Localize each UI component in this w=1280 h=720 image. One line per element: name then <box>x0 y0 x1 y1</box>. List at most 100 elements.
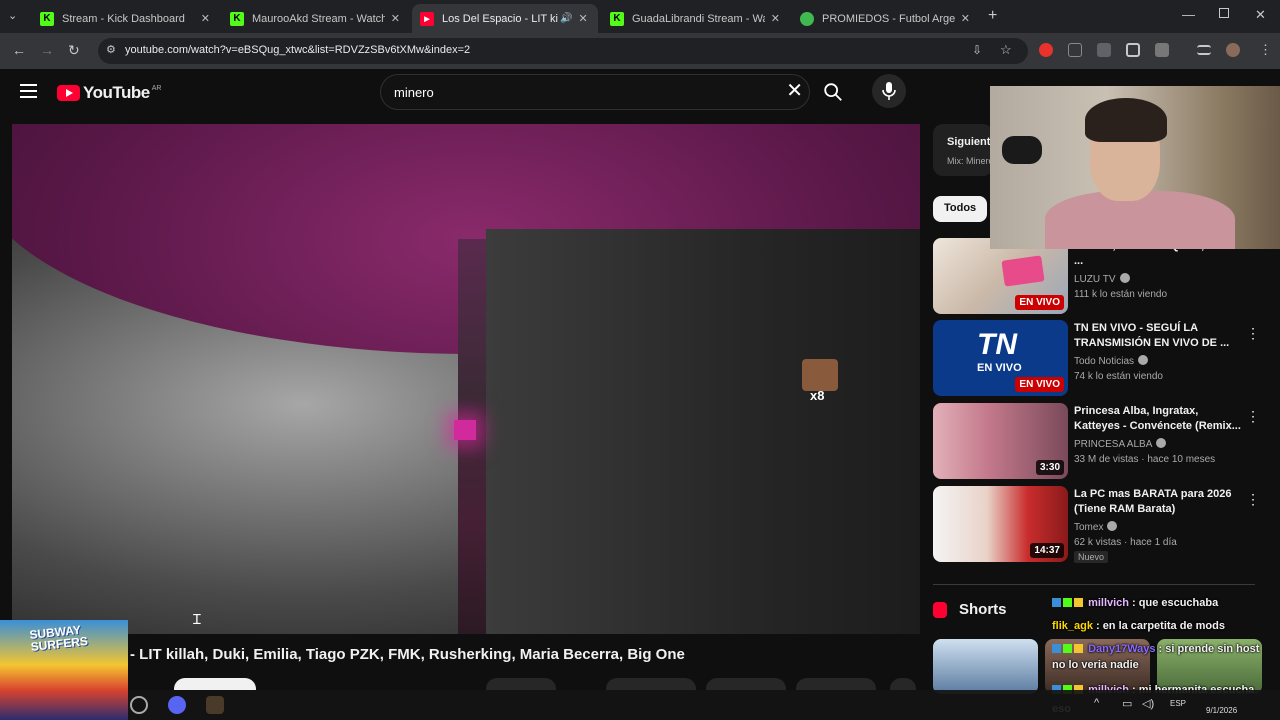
video-thumbnail[interactable]: EN VIVO <box>933 238 1068 314</box>
verified-icon <box>1138 355 1149 365</box>
guide-menu-icon[interactable] <box>20 84 37 98</box>
screen-capture-icon[interactable] <box>1126 43 1140 57</box>
close-tab-icon[interactable]: ✕ <box>391 12 400 25</box>
close-tab-icon[interactable]: ✕ <box>578 12 587 25</box>
media-controls-icon[interactable] <box>1197 45 1211 55</box>
tab-youtube-active[interactable]: ▶ Los Del Espacio - LIT killah, 🔊 ✕ <box>412 4 598 33</box>
browser-menu-icon[interactable]: ⋮ <box>1259 42 1272 58</box>
input-language[interactable]: ESP <box>1170 699 1186 708</box>
chat-username: millvich <box>1088 597 1130 609</box>
clock-app-icon[interactable] <box>130 696 148 714</box>
webcam-person-shirt <box>1045 191 1235 249</box>
recommendation-title: Princesa Alba, Ingratax, Katteyes - Conv… <box>1074 405 1241 432</box>
webcam-overlay <box>990 86 1280 249</box>
tab-kick-dashboard[interactable]: K Stream - Kick Dashboard ✕ <box>32 4 218 33</box>
recommendation-channel: PRINCESA ALBA <box>1074 438 1167 450</box>
thumbnail-subtext: EN VIVO <box>977 362 1022 374</box>
adblock-extension-icon[interactable] <box>1039 43 1053 57</box>
thumbnail-logo <box>1001 255 1045 287</box>
tab-mauroo-stream[interactable]: K MaurooAkd Stream - Watch Liv ✕ <box>222 4 408 33</box>
tab-search-button[interactable]: ⌄ <box>8 9 17 22</box>
more-options-icon[interactable]: ⋮ <box>1246 492 1260 506</box>
recommendation-title: TN EN VIVO - SEGUÍ LA TRANSMISIÓN EN VIV… <box>1074 322 1230 349</box>
thumbnail-text: TN <box>977 328 1017 361</box>
chat-badge-icon <box>1052 644 1061 653</box>
close-tab-icon[interactable]: ✕ <box>961 12 970 25</box>
tab-guadalibrandi-stream[interactable]: K GuadaLibrandi Stream - Watch ✕ <box>602 4 788 33</box>
live-badge: EN VIVO <box>1015 295 1064 310</box>
chat-message: flik_agk: en la carpetita de mods <box>1052 619 1225 634</box>
taskbar: ^ ▭ ◁) ESP 9/1/2026 <box>128 690 1280 720</box>
close-tab-icon[interactable]: ✕ <box>201 12 210 25</box>
microphone-icon <box>882 82 896 100</box>
recommendation-title: La PC mas BARATA para 2026 (Tiene RAM Ba… <box>1074 488 1232 515</box>
reload-button[interactable]: ↻ <box>68 42 80 59</box>
close-window-button[interactable]: ✕ <box>1255 7 1266 23</box>
extensions-puzzle-icon[interactable] <box>1155 43 1169 57</box>
volume-icon[interactable]: ◁) <box>1142 697 1154 710</box>
voice-search-button[interactable] <box>872 74 906 108</box>
forward-button[interactable]: → <box>40 42 54 58</box>
share-button[interactable] <box>606 678 696 690</box>
video-thumbnail[interactable]: 3:30 <box>933 403 1068 479</box>
restore-button[interactable] <box>1219 8 1229 18</box>
section-divider <box>933 584 1255 585</box>
speaker-icon[interactable]: 🔊 <box>560 13 572 24</box>
subscribe-button[interactable] <box>174 678 256 690</box>
save-button[interactable] <box>706 678 786 690</box>
game-app-icon[interactable] <box>206 696 224 714</box>
new-tab-button[interactable]: + <box>988 7 997 25</box>
chat-message: millvich: que escuchaba <box>1052 596 1218 611</box>
game-logo: SUBWAY SURFERS <box>29 623 89 654</box>
recommendation-channel: Tomex <box>1074 521 1118 533</box>
channel-name: Tomex <box>1074 522 1104 533</box>
bookmark-star-icon[interactable]: ☆ <box>1000 42 1012 58</box>
taskbar-date[interactable]: 9/1/2026 <box>1206 706 1237 715</box>
search-input[interactable]: minero <box>394 85 434 100</box>
chat-message-continuation: no lo veria nadie <box>1052 659 1139 671</box>
clear-search-icon[interactable]: ✕ <box>786 81 803 101</box>
recommendation-item[interactable]: TN EN VIVO EN VIVO TN EN VIVO - SEGUÍ LA… <box>933 320 1263 396</box>
like-button[interactable] <box>486 678 556 690</box>
tab-promiedos[interactable]: PROMIEDOS - Futbol Argentino ✕ <box>792 4 978 33</box>
recommendation-item[interactable]: EN VIVO LEUCO, MICA VAZQUEZ, YOYI ... LU… <box>933 238 1263 314</box>
script-extension-icon[interactable] <box>1097 43 1111 57</box>
tab-title: Los Del Espacio - LIT killah, <box>442 12 558 25</box>
more-options-icon[interactable]: ⋮ <box>1246 409 1260 423</box>
short-thumbnail[interactable] <box>933 639 1038 694</box>
discord-icon[interactable] <box>168 696 186 714</box>
tray-chevron-icon[interactable]: ^ <box>1094 697 1099 709</box>
minimize-button[interactable]: — <box>1182 7 1195 22</box>
site-info-icon[interactable]: ⚙ <box>106 43 116 56</box>
profile-avatar[interactable] <box>1226 43 1240 57</box>
youtube-logo[interactable]: YouTube AR <box>57 83 161 103</box>
up-next-label: Siguiente <box>947 136 993 148</box>
more-actions-button[interactable] <box>890 678 916 690</box>
search-button[interactable] <box>815 77 851 109</box>
up-next-panel[interactable]: Siguiente Mix: Minero <box>933 124 993 176</box>
search-box[interactable]: minero ✕ <box>380 74 810 110</box>
network-icon[interactable]: ▭ <box>1122 697 1132 710</box>
browser-tab-bar: ⌄ K Stream - Kick Dashboard ✕ K MaurooAk… <box>0 0 1280 33</box>
shorts-icon <box>933 601 947 618</box>
chat-message: Dany17Ways: si prende sin host <box>1052 642 1259 657</box>
video-thumbnail[interactable]: 14:37 <box>933 486 1068 562</box>
more-options-icon[interactable]: ⋮ <box>1246 326 1260 340</box>
install-icon[interactable]: ⇩ <box>972 43 982 57</box>
shorts-header: Shorts <box>933 601 1007 618</box>
back-button[interactable]: ← <box>12 42 26 58</box>
recommendation-item[interactable]: 3:30 Princesa Alba, Ingratax, Katteyes -… <box>933 403 1263 479</box>
video-player[interactable]: x8 <box>12 124 920 634</box>
filter-chip-all[interactable]: Todos <box>933 196 988 222</box>
recommendation-item[interactable]: 14:37 La PC mas BARATA para 2026 (Tiene … <box>933 486 1263 563</box>
clip-button[interactable] <box>796 678 876 690</box>
address-bar[interactable]: ⚙ youtube.com/watch?v=eBSQug_xtwc&list=R… <box>98 38 1028 64</box>
kick-icon: K <box>40 11 54 26</box>
verified-icon <box>1119 273 1130 283</box>
new-badge: Nuevo <box>1074 551 1109 563</box>
recommendation-meta: 33 M de vistas · hace 10 meses <box>1074 454 1216 465</box>
recommendation-meta: 74 k lo están viendo <box>1074 371 1163 382</box>
extension-icon[interactable] <box>1068 43 1082 57</box>
close-tab-icon[interactable]: ✕ <box>771 12 780 25</box>
video-thumbnail[interactable]: TN EN VIVO EN VIVO <box>933 320 1068 396</box>
